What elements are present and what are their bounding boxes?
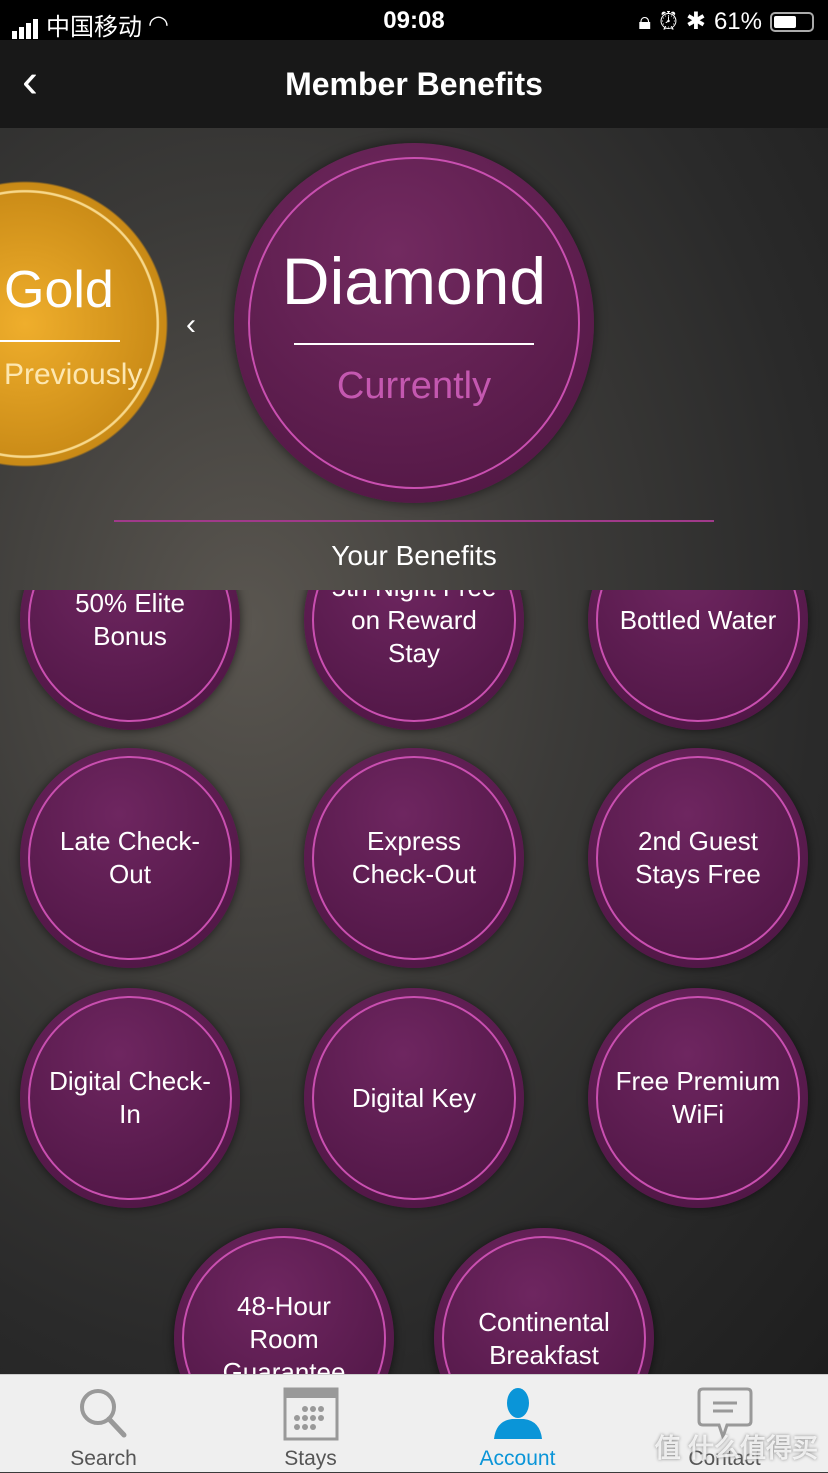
tab-label: Account (479, 1447, 556, 1470)
benefit-circle: Digital Check-In (20, 988, 240, 1208)
battery-icon (770, 11, 814, 32)
tab-stays[interactable]: Stays (207, 1375, 414, 1473)
search-icon (80, 1389, 127, 1438)
tab-account[interactable]: Account (414, 1375, 621, 1473)
bluetooth-icon: ✱ (685, 8, 706, 35)
tier-label: Previously (4, 358, 143, 391)
alarm-icon: ⏰︎ (659, 7, 678, 35)
tier-diamond-circle[interactable]: Diamond Currently (234, 143, 594, 503)
benefit-circle: Free Premium WiFi (588, 988, 808, 1208)
tier-name: Diamond (281, 244, 547, 318)
tier-label: Currently (336, 365, 492, 407)
divider (114, 520, 714, 522)
tier-gold-circle[interactable]: Gold Previously (0, 180, 170, 468)
person-icon (494, 1388, 542, 1439)
status-bar: 中国移动 ◠ 09:08 🔒︎ ⏰︎ ✱ 61% (0, 0, 828, 41)
tab-label: Stays (284, 1447, 337, 1470)
page-title: Member Benefits (285, 66, 543, 102)
rotation-lock-icon: 🔒︎ (638, 7, 652, 35)
tab-label: Search (70, 1447, 137, 1470)
benefits-heading: Your Benefits (331, 540, 497, 571)
calendar-icon (283, 1387, 339, 1441)
benefit-circle: Digital Key (304, 988, 524, 1208)
chevron-left-icon[interactable]: ‹ (186, 308, 196, 342)
benefit-circle: Express Check-Out (304, 748, 524, 968)
watermark: 值 什么值得买 (654, 1433, 818, 1463)
benefit-circle: 2nd Guest Stays Free (588, 748, 808, 968)
nav-bar: ‹ Member Benefits (0, 40, 828, 128)
tab-search[interactable]: Search (0, 1375, 207, 1473)
battery-percent: 61% (713, 7, 762, 35)
benefits-grid[interactable]: 50% Elite Bonus 5th Night Free on Reward… (0, 590, 828, 1374)
benefit-circle: Late Check-Out (20, 748, 240, 968)
tier-name: Gold (4, 261, 114, 319)
